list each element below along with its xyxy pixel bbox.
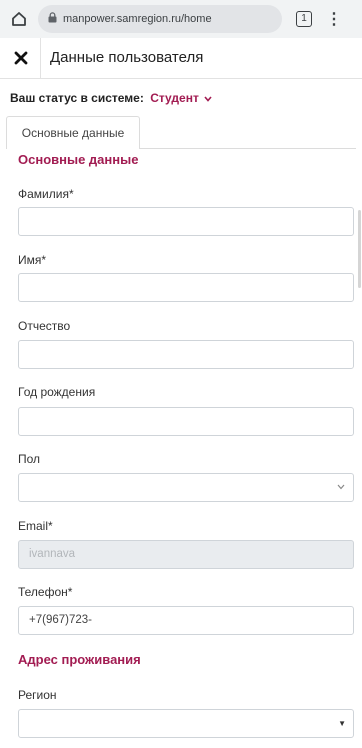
email-label: Email* — [18, 519, 53, 533]
status-value: Студент — [150, 91, 199, 105]
modal-title: Данные пользователя — [50, 49, 204, 66]
tabs-icon[interactable]: 1 — [296, 11, 312, 27]
close-button[interactable] — [8, 38, 34, 78]
home-icon[interactable] — [8, 8, 30, 30]
gender-label: Пол — [18, 452, 41, 466]
lock-icon — [48, 10, 57, 28]
modal-header: Данные пользователя — [0, 38, 362, 79]
url-text: manpower.samregion.ru/home — [63, 13, 212, 25]
birth-year-input[interactable] — [18, 407, 354, 436]
scrollbar[interactable] — [358, 210, 361, 288]
status-line: Ваш статус в системе: Студент — [10, 91, 212, 105]
last-name-input[interactable] — [18, 207, 354, 236]
tab-basic-data[interactable]: Основные данные — [6, 116, 140, 149]
patronymic-label: Отчество — [18, 319, 71, 333]
status-label: Ваш статус в системе: — [10, 91, 144, 105]
email-input: ivannava — [18, 540, 354, 569]
header-divider — [40, 38, 41, 78]
tab-divider — [140, 148, 356, 149]
menu-icon[interactable]: ⋮ — [326, 9, 342, 29]
chevron-down-icon — [337, 474, 345, 501]
last-name-label: Фамилия* — [18, 187, 74, 201]
address-bar[interactable]: manpower.samregion.ru/home — [38, 5, 282, 33]
birth-year-label: Год рождения — [18, 385, 96, 399]
region-label: Регион — [18, 688, 57, 702]
dropdown-arrow-icon: ▼ — [338, 719, 346, 728]
phone-label: Телефон* — [18, 585, 73, 599]
region-select[interactable]: ▼ — [18, 709, 354, 738]
browser-toolbar: manpower.samregion.ru/home 1 ⋮ — [0, 0, 362, 38]
gender-select[interactable] — [18, 473, 354, 502]
status-dropdown[interactable]: Студент — [150, 91, 212, 105]
close-icon — [14, 51, 28, 65]
patronymic-input[interactable] — [18, 340, 354, 369]
section-title-address: Адрес проживания — [18, 652, 141, 667]
first-name-input[interactable] — [18, 273, 354, 302]
section-title-basic: Основные данные — [18, 152, 139, 167]
phone-input[interactable]: +7(967)723- — [18, 606, 354, 635]
chevron-down-icon — [204, 94, 212, 105]
first-name-label: Имя* — [18, 253, 47, 267]
